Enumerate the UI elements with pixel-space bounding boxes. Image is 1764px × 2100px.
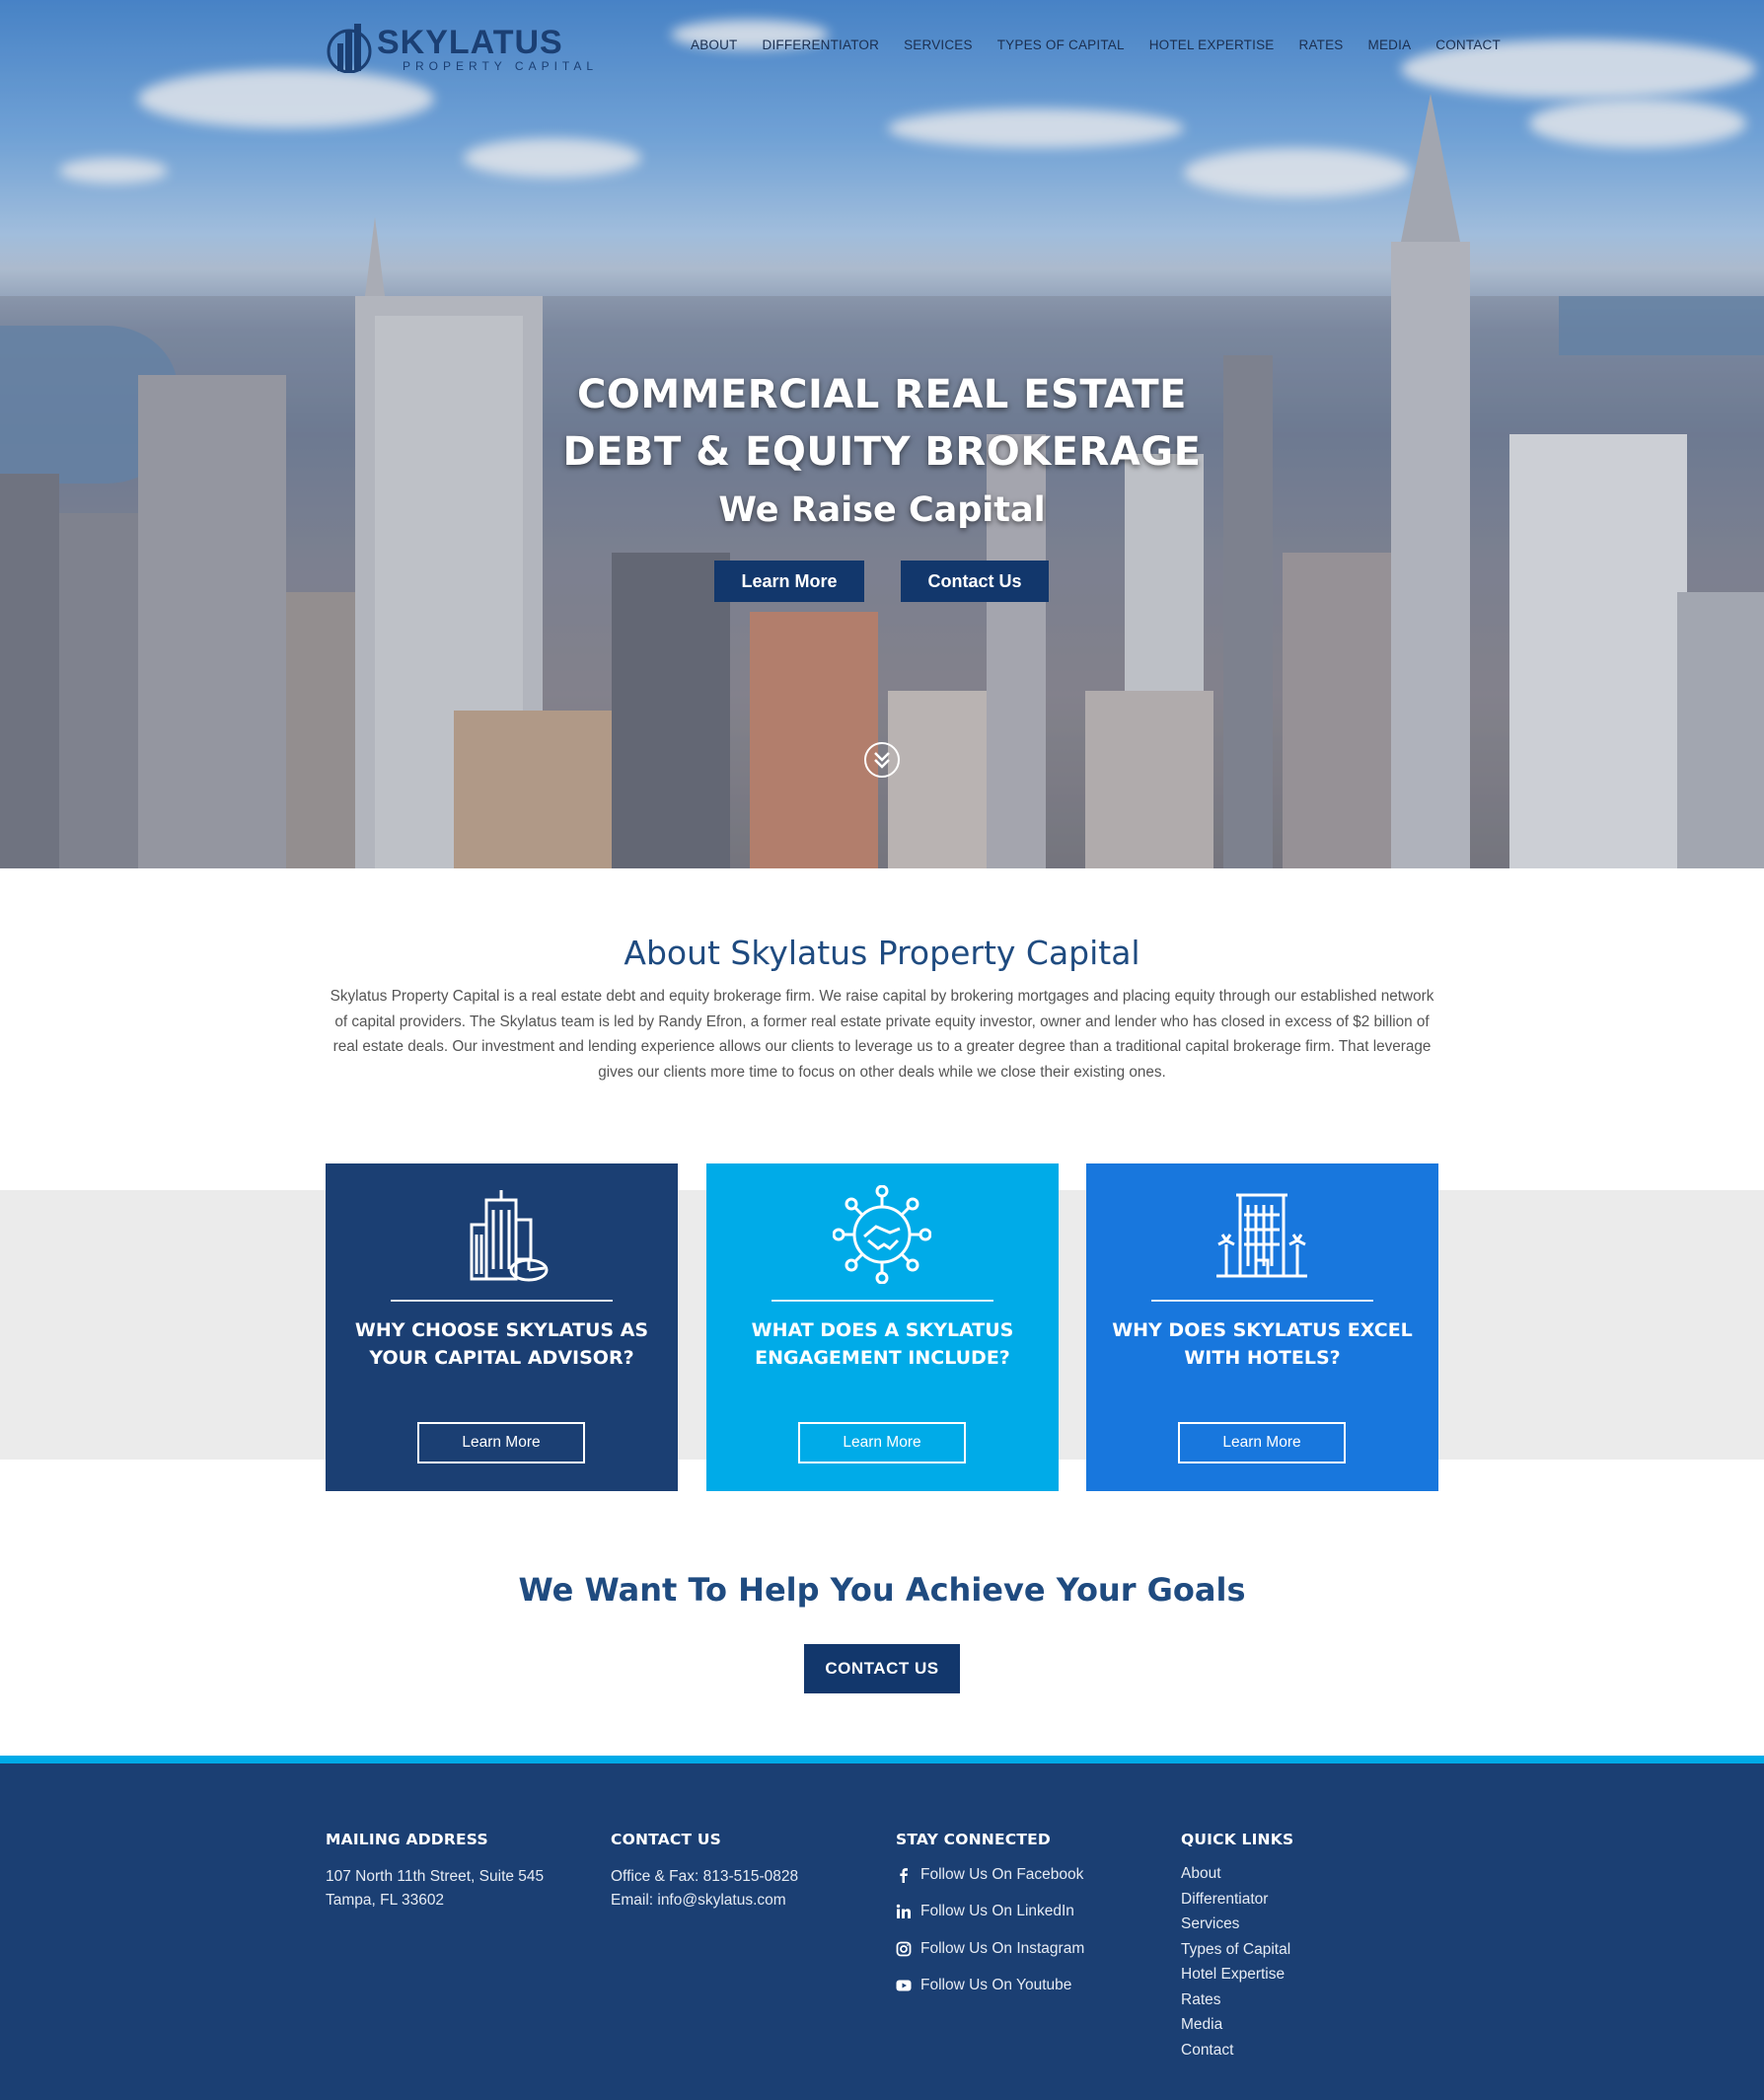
address-line: Tampa, FL 33602 — [326, 1892, 445, 1909]
footer-social: STAY CONNECTED Follow Us On Facebook Fol… — [896, 1831, 1084, 2004]
quick-link-media[interactable]: Media — [1181, 2012, 1293, 2038]
nav-rates[interactable]: RATES — [1299, 38, 1344, 52]
linkedin-icon — [896, 1905, 911, 1919]
hero-section: SKYLATUS PROPERTY CAPITAL ABOUT DIFFEREN… — [0, 0, 1764, 868]
hero-headline-line1: COMMERCIAL REAL ESTATE — [577, 372, 1187, 417]
social-link-youtube[interactable]: Follow Us On Youtube — [896, 1968, 1084, 2005]
logo[interactable]: SKYLATUS PROPERTY CAPITAL — [326, 22, 607, 73]
quick-links-list: About Differentiator Services Types of C… — [1181, 1861, 1293, 2062]
address-line: 107 North 11th Street, Suite 545 — [326, 1868, 545, 1885]
card-title: WHAT DOES A SKYLATUS ENGAGEMENT INCLUDE? — [751, 1319, 1014, 1369]
social-link-instagram[interactable]: Follow Us On Instagram — [896, 1930, 1084, 1968]
card-learn-more-button[interactable]: Learn More — [1178, 1422, 1346, 1463]
chevron-down-circle-icon[interactable] — [864, 742, 900, 778]
footer-contact: CONTACT US Office & Fax: 813-515-0828 Em… — [611, 1831, 798, 1912]
card-learn-more-button[interactable]: Learn More — [417, 1422, 585, 1463]
social-link-linkedin[interactable]: Follow Us On LinkedIn — [896, 1894, 1084, 1931]
quick-link-about[interactable]: About — [1181, 1861, 1293, 1887]
footer-quick-links: QUICK LINKS About Differentiator Service… — [1181, 1831, 1293, 2062]
nav-hotel-expertise[interactable]: HOTEL EXPERTISE — [1149, 38, 1275, 52]
footer-heading: STAY CONNECTED — [896, 1831, 1051, 1848]
footer: MAILING ADDRESS 107 North 11th Street, S… — [0, 1756, 1764, 2100]
footer-heading: QUICK LINKS — [1181, 1831, 1294, 1848]
about-title: About Skylatus Property Capital — [624, 934, 1140, 972]
nav-differentiator[interactable]: DIFFERENTIATOR — [763, 38, 880, 52]
card-capital-advisor: WHY CHOOSE SKYLATUS AS YOUR CAPITAL ADVI… — [326, 1163, 678, 1491]
hero-learn-more-button[interactable]: Learn More — [714, 561, 864, 602]
quick-link-services[interactable]: Services — [1181, 1912, 1293, 1937]
main-nav: ABOUT DIFFERENTIATOR SERVICES TYPES OF C… — [691, 38, 1525, 52]
goals-title: We Want To Help You Achieve Your Goals — [518, 1571, 1246, 1609]
nav-contact[interactable]: CONTACT — [1435, 38, 1501, 52]
card-learn-more-button[interactable]: Learn More — [798, 1422, 966, 1463]
nav-about[interactable]: ABOUT — [691, 38, 738, 52]
footer-heading: MAILING ADDRESS — [326, 1831, 488, 1848]
handshake-network-icon — [833, 1185, 931, 1284]
quick-link-hotel-expertise[interactable]: Hotel Expertise — [1181, 1962, 1293, 1988]
nav-services[interactable]: SERVICES — [904, 38, 973, 52]
logo-tagline: PROPERTY CAPITAL — [403, 59, 599, 73]
hero-headline-line2: DEBT & EQUITY BROKERAGE — [562, 429, 1202, 475]
quick-link-differentiator[interactable]: Differentiator — [1181, 1887, 1293, 1912]
nav-media[interactable]: MEDIA — [1368, 38, 1412, 52]
building-chart-icon — [470, 1190, 549, 1282]
logo-mark-icon — [327, 24, 372, 73]
social-label: Follow Us On Youtube — [920, 1977, 1072, 1994]
social-label: Follow Us On LinkedIn — [920, 1903, 1074, 1920]
hero-subheadline: We Raise Capital — [718, 490, 1046, 530]
footer-heading: CONTACT US — [611, 1831, 721, 1848]
phone-text: Office & Fax: 813-515-0828 — [611, 1868, 799, 1885]
card-title: WHY CHOOSE SKYLATUS AS YOUR CAPITAL ADVI… — [354, 1319, 649, 1369]
quick-link-rates[interactable]: Rates — [1181, 1988, 1293, 2013]
card-divider — [391, 1300, 613, 1302]
quick-link-contact[interactable]: Contact — [1181, 2038, 1293, 2063]
social-label: Follow Us On Facebook — [920, 1865, 1084, 1883]
email-text[interactable]: Email: info@skylatus.com — [611, 1889, 798, 1912]
card-divider — [1151, 1300, 1373, 1302]
card-title: WHY DOES SKYLATUS EXCEL WITH HOTELS? — [1112, 1319, 1413, 1369]
logo-wordmark: SKYLATUS — [377, 24, 563, 61]
hotel-palms-icon — [1216, 1193, 1307, 1278]
instagram-icon — [896, 1941, 912, 1957]
facebook-icon — [900, 1867, 908, 1883]
youtube-icon — [896, 1980, 912, 1991]
social-link-facebook[interactable]: Follow Us On Facebook — [896, 1856, 1084, 1894]
quick-link-types-of-capital[interactable]: Types of Capital — [1181, 1937, 1293, 1963]
card-hotels: WHY DOES SKYLATUS EXCEL WITH HOTELS? Lea… — [1086, 1163, 1438, 1491]
footer-mailing: MAILING ADDRESS 107 North 11th Street, S… — [326, 1831, 544, 1912]
hero-contact-us-button[interactable]: Contact Us — [901, 561, 1049, 602]
contact-us-button[interactable]: CONTACT US — [804, 1644, 960, 1693]
nav-types-of-capital[interactable]: TYPES OF CAPITAL — [997, 38, 1125, 52]
card-divider — [772, 1300, 993, 1302]
card-engagement: WHAT DOES A SKYLATUS ENGAGEMENT INCLUDE?… — [706, 1163, 1059, 1491]
social-label: Follow Us On Instagram — [920, 1939, 1085, 1957]
about-text: Skylatus Property Capital is a real esta… — [330, 988, 1434, 1081]
